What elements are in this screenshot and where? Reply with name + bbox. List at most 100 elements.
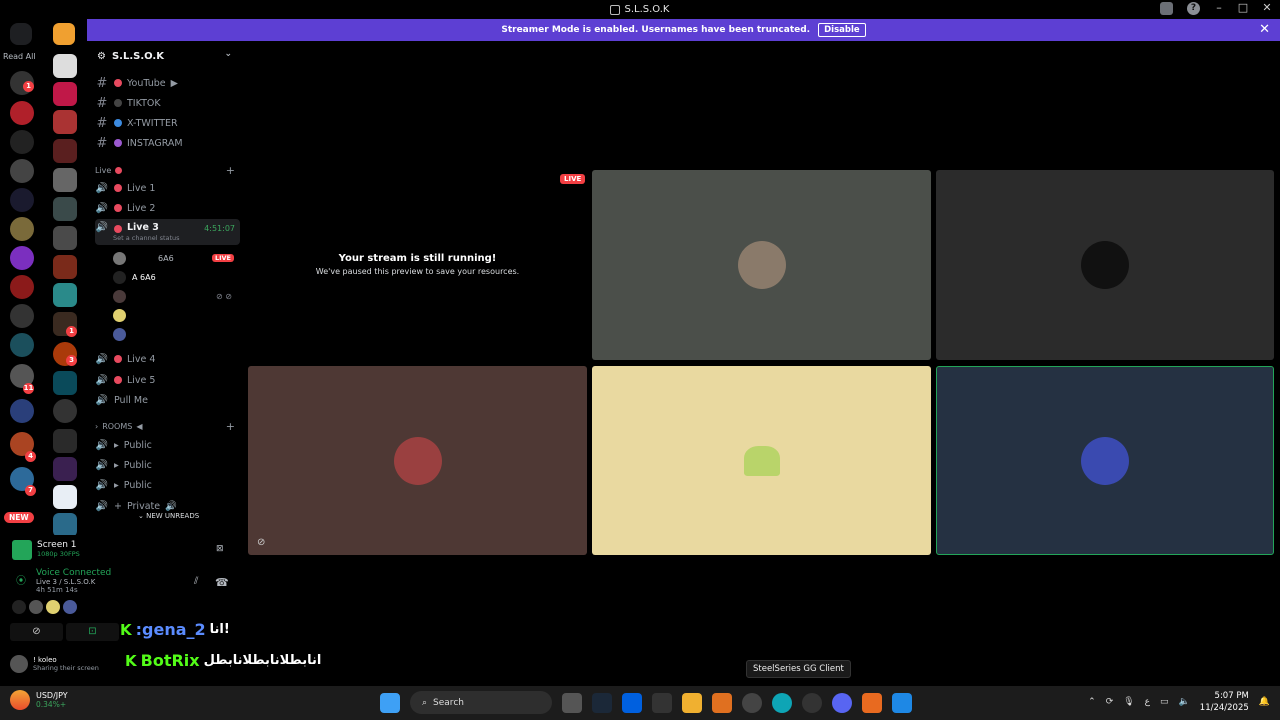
new-pill[interactable]: NEW — [4, 512, 34, 523]
search-input[interactable]: ⌕ Search — [410, 691, 552, 714]
participant-tile[interactable]: ⊘ — [248, 366, 587, 555]
server-icon[interactable] — [53, 457, 77, 481]
voice-channel-live-4[interactable]: 🔊 Live 4 — [95, 349, 240, 369]
network-icon[interactable]: ▭ — [1160, 697, 1169, 707]
channel-youtube[interactable]: # YouTube ▶ — [95, 73, 240, 93]
participant-tile-speaking[interactable] — [936, 366, 1274, 555]
server-icon[interactable] — [53, 54, 77, 78]
noise-suppression-icon[interactable]: ⫽ — [194, 576, 198, 587]
file-explorer-icon[interactable] — [682, 692, 702, 713]
server-icon[interactable] — [53, 399, 77, 423]
current-user[interactable]: ! koleo Sharing their screen — [10, 655, 99, 673]
participant-tile[interactable] — [936, 170, 1274, 360]
app-icon[interactable] — [622, 692, 642, 713]
voice-channel-public-2[interactable]: 🔊 ▸ Public — [95, 455, 240, 475]
stream-paused-tile[interactable]: Your stream is still running! We've paus… — [248, 170, 587, 360]
folder-icon[interactable] — [53, 23, 75, 45]
help-icon[interactable]: ? — [1187, 2, 1200, 15]
participant-tile[interactable] — [592, 170, 931, 360]
server-icon[interactable] — [10, 130, 34, 154]
server-icon[interactable] — [53, 255, 77, 279]
voice-channel-pull-me[interactable]: 🔊 Pull Me — [95, 390, 240, 410]
microphone-icon[interactable]: 🎙 — [1123, 697, 1134, 707]
windows-start-icon[interactable] — [380, 692, 400, 713]
disconnect-icon[interactable]: ☎ — [215, 576, 229, 589]
add-channel-icon[interactable]: + — [226, 420, 235, 433]
steam-icon[interactable] — [592, 692, 612, 713]
server-icon[interactable] — [10, 246, 34, 270]
volume-icon[interactable]: 🔈 — [1179, 697, 1190, 707]
voice-channel-public-1[interactable]: 🔊 ▸ Public — [95, 435, 240, 455]
voice-channel-public-3[interactable]: 🔊 ▸ Public — [95, 475, 240, 495]
server-icon[interactable] — [53, 226, 77, 250]
maximize-icon[interactable]: □ — [1236, 1, 1250, 14]
disable-button[interactable]: Disable — [818, 23, 866, 37]
discord-home-icon[interactable] — [10, 23, 32, 45]
voice-channel-link[interactable]: Live 3 / S.L.S.O.K — [12, 578, 111, 586]
server-icon[interactable] — [10, 159, 34, 183]
server-folder[interactable] — [10, 399, 34, 423]
server-icon[interactable] — [53, 139, 77, 163]
voice-channel-live-3[interactable]: 🔊 Live 3 4:51:07 Set a channel status — [95, 219, 240, 245]
server-icon[interactable] — [10, 333, 34, 357]
server-icon[interactable] — [10, 217, 34, 241]
participant-tile[interactable] — [592, 366, 931, 555]
window-title: S.L.S.O.K — [610, 4, 670, 15]
voice-channel-live-5[interactable]: 🔊 Live 5 — [95, 370, 240, 390]
server-icon[interactable] — [10, 275, 34, 299]
obs-icon[interactable] — [742, 692, 762, 713]
clock[interactable]: 5:07 PM 11/24/2025 — [1200, 690, 1249, 714]
server-icon[interactable] — [53, 485, 77, 509]
server-icon[interactable] — [53, 371, 77, 395]
server-icon[interactable] — [53, 513, 77, 537]
voice-user[interactable]: 6A6 LIVE — [113, 249, 238, 267]
close-icon[interactable]: ✕ — [1259, 22, 1270, 37]
app-icon[interactable] — [712, 692, 732, 713]
server-icon[interactable] — [10, 101, 34, 125]
channel-status[interactable]: Set a channel status — [113, 234, 180, 242]
category-live[interactable]: Live + — [95, 164, 235, 177]
channel-instagram[interactable]: # INSTAGRAM — [95, 133, 240, 153]
app-icon[interactable] — [862, 692, 882, 713]
server-icon[interactable] — [53, 168, 77, 192]
stop-share-icon[interactable]: ⊠ — [216, 544, 224, 554]
signal-icon[interactable]: ⦿ — [16, 572, 26, 587]
discord-icon[interactable] — [832, 692, 852, 713]
server-icon[interactable] — [53, 82, 77, 106]
server-icon[interactable] — [53, 110, 77, 134]
channel-tiktok[interactable]: # TIKTOK — [95, 93, 240, 113]
server-icon[interactable] — [53, 283, 77, 307]
edge-icon[interactable] — [772, 692, 792, 713]
epic-games-icon[interactable] — [652, 692, 672, 713]
server-icon[interactable] — [53, 429, 77, 453]
voice-user[interactable]: A 6A6 — [113, 268, 238, 286]
minimize-icon[interactable]: – — [1212, 1, 1226, 14]
server-icon[interactable] — [53, 197, 77, 221]
screen-share-button[interactable]: ⊡ — [66, 623, 119, 641]
add-channel-icon[interactable]: + — [226, 164, 235, 177]
read-all-button[interactable]: Read All — [3, 52, 36, 61]
voice-user[interactable]: ⊘ ⊘ — [113, 287, 238, 305]
app-icon[interactable] — [892, 692, 912, 713]
voice-channel-live-1[interactable]: 🔊 Live 1 — [95, 178, 240, 198]
chevron-down-icon[interactable]: ⌄ — [224, 49, 232, 59]
video-toggle-button[interactable]: ⊘ — [10, 623, 63, 641]
server-icon[interactable] — [10, 188, 34, 212]
task-view-icon[interactable] — [562, 692, 582, 713]
notification-icon[interactable]: 🔔 — [1259, 697, 1270, 707]
server-icon[interactable] — [10, 304, 34, 328]
language-icon[interactable]: ع — [1145, 697, 1150, 707]
steelseries-icon[interactable] — [802, 692, 822, 713]
category-rooms[interactable]: › ROOMS ◀ + — [95, 420, 235, 433]
chevron-up-icon[interactable]: ⌃ — [1088, 697, 1096, 707]
voice-user[interactable] — [113, 325, 238, 343]
voice-channel-live-2[interactable]: 🔊 Live 2 — [95, 198, 240, 218]
sync-icon[interactable]: ⟳ — [1106, 697, 1114, 707]
close-window-icon[interactable]: ✕ — [1260, 1, 1274, 14]
channel-x-twitter[interactable]: # X-TWITTER — [95, 113, 240, 133]
stock-widget[interactable]: USD/JPY 0.34%+ — [10, 690, 68, 710]
voice-user[interactable] — [113, 306, 238, 324]
new-unreads-pill[interactable]: ⌄ NEW UNREADS — [132, 511, 206, 521]
server-header[interactable]: ⚙ S.L.S.O.K ⌄ — [87, 41, 242, 71]
inbox-icon[interactable] — [1160, 2, 1173, 15]
